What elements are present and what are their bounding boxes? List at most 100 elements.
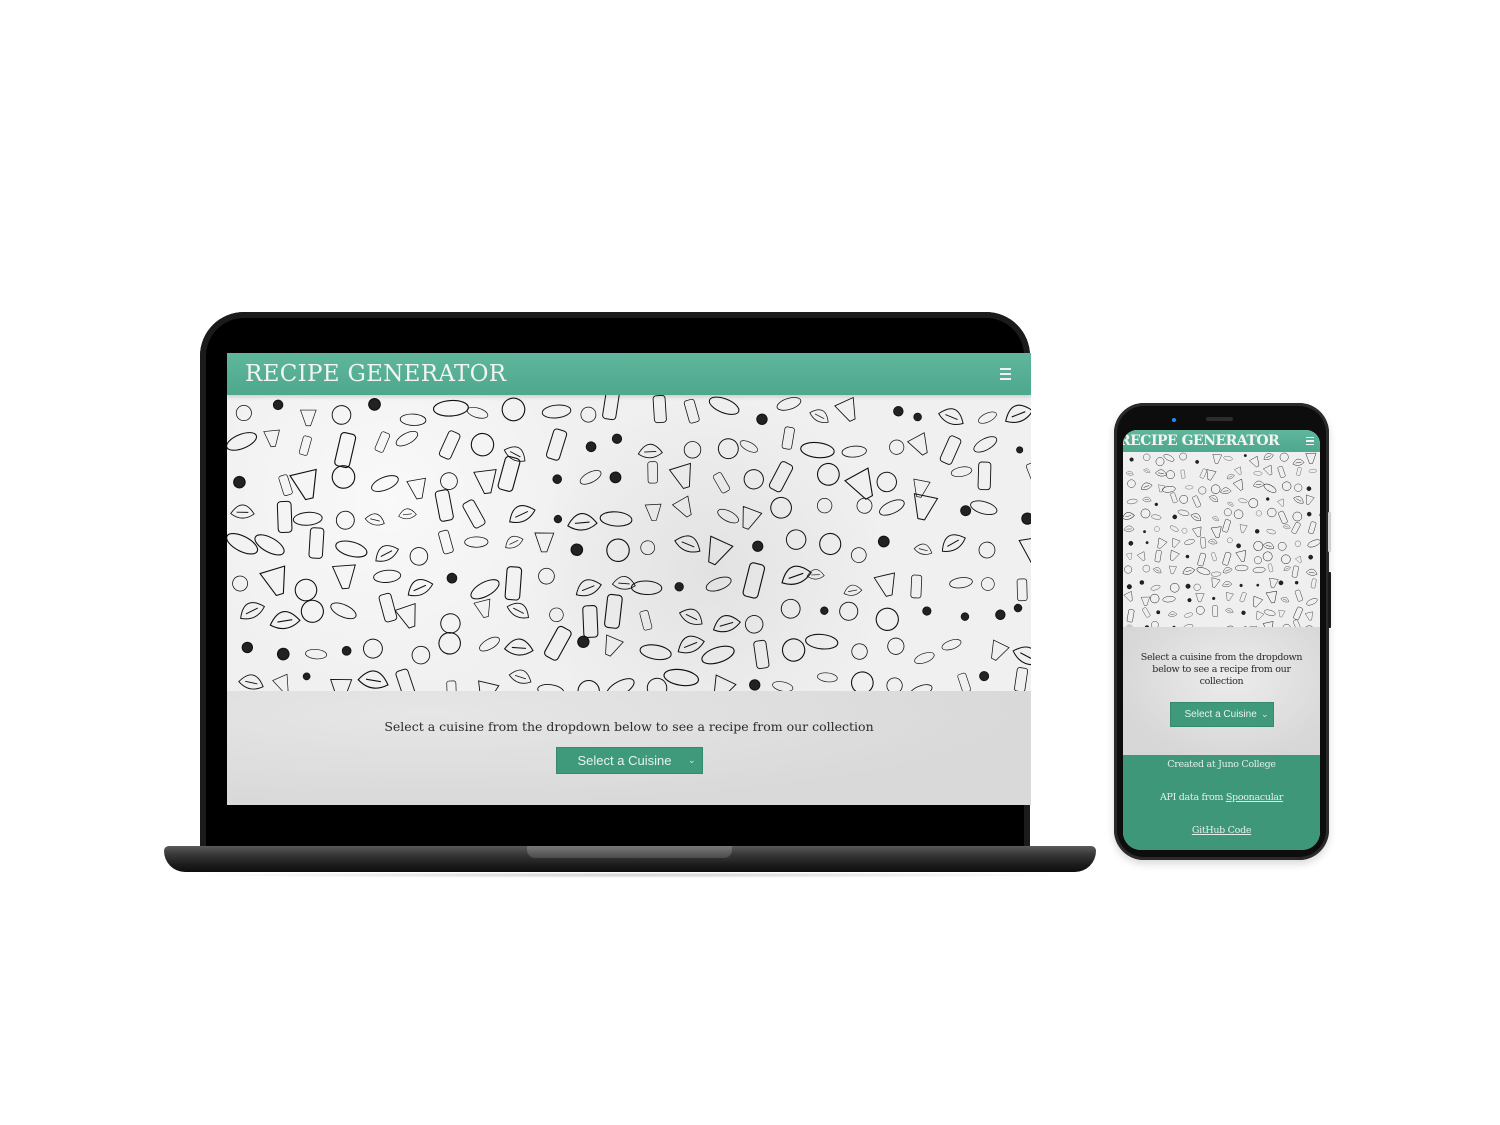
doodle-shape [395,430,419,447]
doodle-shape [611,575,636,590]
github-code-link[interactable]: GitHub Code [1192,825,1252,836]
doodle-shape [1143,468,1150,473]
doodle-shape [941,639,962,651]
doodle-shape [1143,453,1151,461]
doodle-shape [1236,543,1241,549]
doodle-shape [1012,646,1031,666]
hero-doodle-image [227,395,1031,691]
doodle-shape [1222,567,1233,574]
doodle-shape [708,396,740,415]
doodle-shape [743,469,764,490]
doodle-shape [913,493,939,521]
doodle-shape [1282,524,1291,529]
doodle-shape [1267,507,1277,518]
doodle-shape [240,602,266,620]
doodle-shape [1124,565,1133,574]
doodle-shape [1123,512,1135,520]
doodle-shape [856,497,873,514]
doodle-shape [294,578,318,602]
doodle-shape [1263,464,1273,476]
doodle-shape [834,396,856,422]
doodle-shape [909,684,933,691]
doodle-shape [1163,454,1175,462]
doodle-shape [1184,612,1193,618]
doodle-shape [977,461,992,491]
doodle-shape [541,404,572,419]
doodle-shape [819,532,842,556]
hamburger-menu-icon[interactable] [1000,368,1011,380]
doodle-shape [1179,495,1189,504]
mobile-footer: Created at Juno College API data from Sp… [1123,755,1320,850]
spoonacular-link[interactable]: Spoonacular [1226,792,1284,803]
doodle-shape [1281,554,1291,565]
doodle-shape [717,438,739,460]
doodle-shape [960,612,970,621]
doodle-shape [575,579,602,597]
doodle-shape [1172,537,1181,548]
doodle-shape [1310,578,1317,589]
doodle-shape [1169,583,1180,593]
doodle-shape [1239,592,1247,603]
doodle-shape [744,615,764,634]
doodle-shape [259,565,286,597]
doodle-shape [1308,554,1313,560]
doodle-shape [683,398,700,424]
doodle-shape [1319,510,1320,517]
doodle-shape [1306,494,1315,505]
doodle-shape [599,511,633,527]
doodle-shape [1248,498,1259,508]
site-header: RECIPE GENERATOR [227,353,1031,395]
doodle-shape [462,499,486,529]
doodle-shape [1200,537,1207,549]
doodle-shape [913,412,922,422]
phone-speaker [1206,417,1233,421]
doodle-shape [1222,551,1232,566]
doodle-shape [1262,551,1273,562]
doodle-shape [1212,453,1223,464]
doodle-shape [1126,609,1135,623]
mobile-cuisine-prompt: Select a cuisine from the dropdown below… [1140,652,1303,687]
doodle-shape [506,602,529,619]
doodle-shape [1293,496,1304,504]
doodle-shape [509,505,536,523]
doodle-shape [1206,469,1217,481]
doodle-shape [1195,460,1199,464]
doodle-shape [1248,455,1260,468]
doodle-shape [438,430,461,460]
doodle-shape [503,638,534,656]
cuisine-select[interactable]: Select a Cuisine ⌄ [555,747,703,774]
doodle-shape [701,645,735,665]
doodle-shape [1155,457,1165,466]
doodle-shape [1136,551,1146,561]
doodle-shape [473,598,491,619]
doodle-shape [272,399,284,411]
doodle-shape [375,545,400,562]
doodle-shape [368,398,381,411]
doodle-shape [674,582,684,592]
doodle-shape [544,625,572,661]
doodle-shape [1193,583,1201,591]
doodle-shape [398,508,417,520]
mobile-site-header: RECIPE GENERATOR [1123,430,1320,452]
mobile-cuisine-select[interactable]: Select a Cuisine ⌄ [1169,702,1274,727]
doodle-shape [979,671,990,682]
doodle-shape [1154,526,1160,532]
doodle-shape [1126,498,1138,505]
doodle-shape [1192,526,1202,538]
doodle-shape [470,579,500,600]
doodle-shape [770,496,792,519]
chevron-down-icon: ⌄ [687,755,696,765]
hamburger-menu-icon[interactable] [1306,436,1314,446]
doodle-shape [1263,609,1276,616]
doodle-shape [1177,509,1190,516]
doodle-shape [1291,565,1299,578]
doodle-shape [570,543,584,557]
doodle-shape [1016,578,1028,602]
doodle-shape [708,535,734,566]
doodle-shape [1143,530,1146,534]
doodle-shape [1161,486,1176,493]
doodle-shape [272,673,289,691]
doodle-shape [950,466,973,478]
doodle-shape [1295,555,1302,564]
doodle-shape [960,505,972,517]
